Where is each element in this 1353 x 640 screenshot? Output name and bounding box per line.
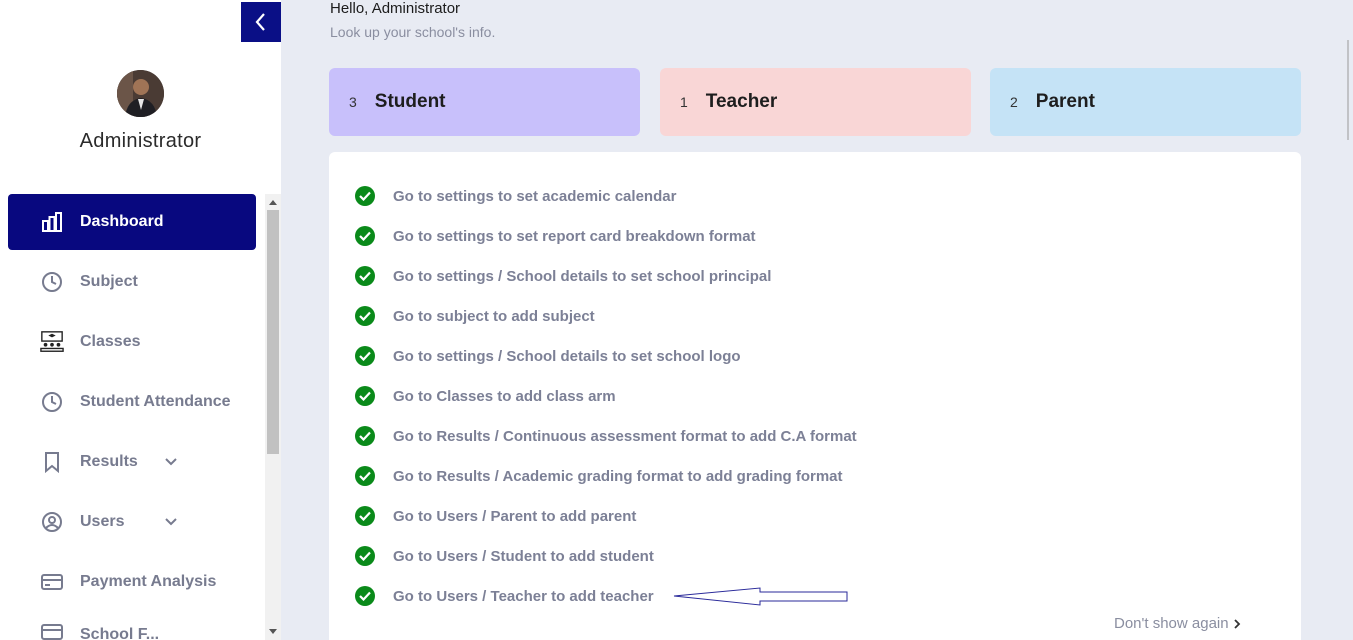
sidebar-item-dashboard[interactable]: Dashboard bbox=[8, 194, 256, 250]
checklist-item[interactable]: Go to Results / Continuous assessment fo… bbox=[355, 426, 857, 446]
checklist-item-text: Go to subject to add subject bbox=[393, 307, 595, 325]
credit-card-icon bbox=[40, 570, 64, 594]
dont-show-again-label: Don't show again bbox=[1114, 615, 1229, 632]
checklist-item[interactable]: Go to Users / Parent to add parent bbox=[355, 506, 636, 526]
checklist-item-text: Go to settings to set report card breakd… bbox=[393, 227, 756, 245]
sidebar-item-label: Results bbox=[80, 453, 138, 470]
checklist-item[interactable]: Go to settings / School details to set s… bbox=[355, 346, 741, 366]
checklist-item[interactable]: Go to Classes to add class arm bbox=[355, 386, 616, 406]
checklist-item-text: Go to Users / Teacher to add teacher bbox=[393, 587, 654, 605]
check-circle-icon bbox=[355, 466, 375, 486]
credit-card-icon bbox=[40, 620, 64, 640]
checklist-item[interactable]: Go to Users / Student to add student bbox=[355, 546, 654, 566]
sidebar-item-label: School F... bbox=[80, 626, 160, 640]
bookmark-icon bbox=[40, 450, 64, 474]
checklist-item-text: Go to Users / Student to add student bbox=[393, 547, 654, 565]
setup-checklist-panel: Go to settings to set academic calendar … bbox=[329, 152, 1301, 640]
checklist-item-text: Go to Results / Academic grading format … bbox=[393, 467, 843, 485]
stat-label: Student bbox=[374, 91, 446, 112]
check-circle-icon bbox=[355, 346, 375, 366]
checklist-item[interactable]: Go to Users / Teacher to add teacher bbox=[355, 586, 654, 606]
sidebar-item-label: Student Attendance bbox=[80, 393, 231, 410]
stat-card-teacher[interactable]: 1 Teacher bbox=[660, 68, 971, 136]
checklist-item[interactable]: Go to settings to set academic calendar bbox=[355, 186, 676, 206]
page-scrollbar[interactable] bbox=[1343, 0, 1353, 640]
checklist-item-text: Go to settings / School details to set s… bbox=[393, 267, 772, 285]
check-circle-icon bbox=[355, 546, 375, 566]
chevron-left-icon bbox=[255, 13, 265, 31]
sidebar-item-label: Subject bbox=[80, 273, 138, 290]
user-circle-icon bbox=[40, 510, 64, 534]
sidebar-item-subject[interactable]: Subject bbox=[0, 254, 265, 310]
stat-count: 2 bbox=[1010, 94, 1018, 110]
chevron-right-icon bbox=[1233, 618, 1240, 629]
page-greeting: Hello, Administrator bbox=[330, 0, 461, 17]
checklist-item-text: Go to Results / Continuous assessment fo… bbox=[393, 427, 857, 445]
annotation-arrow bbox=[673, 587, 848, 606]
sidebar-item-results[interactable]: Results bbox=[0, 434, 265, 490]
scroll-up-arrow-icon[interactable] bbox=[265, 194, 281, 210]
page-subtitle: Look up your school's info. bbox=[330, 24, 496, 40]
check-circle-icon bbox=[355, 266, 375, 286]
check-circle-icon bbox=[355, 226, 375, 246]
user-name: Administrator bbox=[79, 130, 202, 152]
stat-count: 3 bbox=[349, 94, 357, 110]
checklist-item[interactable]: Go to settings to set report card breakd… bbox=[355, 226, 756, 246]
clock-icon bbox=[40, 390, 64, 414]
checklist-item[interactable]: Go to subject to add subject bbox=[355, 306, 595, 326]
sidebar-item-classes[interactable]: Classes bbox=[0, 314, 265, 370]
checklist-item-text: Go to settings / School details to set s… bbox=[393, 347, 741, 365]
clock-icon bbox=[40, 270, 64, 294]
sidebar-item-payment-analysis[interactable]: Payment Analysis bbox=[0, 554, 265, 610]
collapse-sidebar-button[interactable] bbox=[241, 2, 281, 42]
sidebar-scrollbar[interactable] bbox=[265, 194, 281, 640]
checklist-item-text: Go to settings to set academic calendar bbox=[393, 187, 677, 205]
check-circle-icon bbox=[355, 186, 375, 206]
checklist-item-text: Go to Users / Parent to add parent bbox=[393, 507, 637, 525]
stat-label: Teacher bbox=[705, 91, 778, 112]
sidebar-item-label: Dashboard bbox=[80, 213, 164, 230]
checklist-item-text: Go to Classes to add class arm bbox=[393, 387, 616, 405]
sidebar-item-student-attendance[interactable]: Student Attendance bbox=[0, 374, 265, 430]
check-circle-icon bbox=[355, 506, 375, 526]
check-circle-icon bbox=[355, 386, 375, 406]
check-circle-icon bbox=[355, 586, 375, 606]
sidebar-item-label: Payment Analysis bbox=[80, 573, 217, 590]
sidebar-item-label: Users bbox=[80, 513, 125, 530]
check-circle-icon bbox=[355, 426, 375, 446]
checklist-item[interactable]: Go to settings / School details to set s… bbox=[355, 266, 771, 286]
scroll-down-arrow-icon[interactable] bbox=[265, 624, 281, 640]
classroom-icon bbox=[40, 330, 64, 354]
sidebar-item-users[interactable]: Users bbox=[0, 494, 265, 550]
dont-show-again-link[interactable]: Don't show again bbox=[1114, 615, 1242, 632]
stat-card-parent[interactable]: 2 Parent bbox=[990, 68, 1301, 136]
avatar bbox=[117, 70, 164, 117]
scrollbar-thumb[interactable] bbox=[267, 210, 279, 454]
sidebar-item-label: Classes bbox=[80, 333, 141, 350]
chevron-down-icon bbox=[164, 454, 178, 472]
checklist-item[interactable]: Go to Results / Academic grading format … bbox=[355, 466, 843, 486]
chevron-down-icon bbox=[164, 514, 178, 532]
check-circle-icon bbox=[355, 306, 375, 326]
sidebar-nav: Dashboard Subject Classes Student Attend… bbox=[0, 194, 265, 640]
sidebar: Administrator Dashboard Subject Classes … bbox=[0, 0, 281, 640]
bar-chart-icon bbox=[40, 210, 64, 234]
stat-label: Parent bbox=[1035, 91, 1095, 112]
stat-count: 1 bbox=[680, 94, 688, 110]
sidebar-item-school-fees[interactable]: School F... bbox=[0, 614, 265, 640]
stat-card-student[interactable]: 3 Student bbox=[329, 68, 640, 136]
